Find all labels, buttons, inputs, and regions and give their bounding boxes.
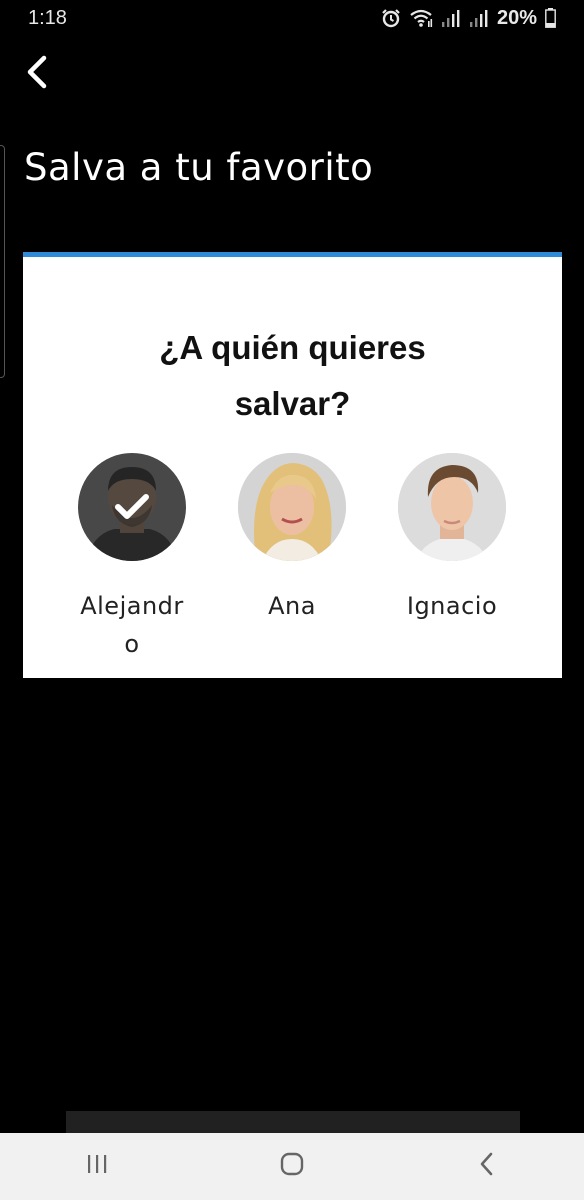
- candidate-option-ana[interactable]: Ana: [222, 453, 362, 663]
- chevron-left-icon: [23, 54, 49, 95]
- status-time: 1:18: [28, 6, 67, 29]
- candidate-list: Alejandro Ana Ignacio: [23, 453, 562, 663]
- page-title: Salva a tu favorito: [24, 146, 374, 189]
- home-icon: [279, 1151, 305, 1182]
- avatar: [238, 453, 346, 561]
- candidate-option-ignacio[interactable]: Ignacio: [382, 453, 522, 663]
- candidate-name: Ignacio: [406, 592, 498, 620]
- poll-question: ¿A quién quieres salvar?: [23, 320, 562, 432]
- recent-apps-button[interactable]: [57, 1137, 137, 1197]
- back-button[interactable]: [14, 50, 58, 98]
- edge-panel-handle[interactable]: [0, 145, 5, 378]
- poll-question-line-2: salvar?: [234, 385, 351, 422]
- selected-overlay: [78, 453, 186, 561]
- system-nav-bar: [0, 1133, 584, 1200]
- signal-icon: [441, 9, 461, 27]
- signal-icon: [469, 9, 489, 27]
- recent-apps-icon: [85, 1153, 109, 1180]
- home-button[interactable]: [252, 1137, 332, 1197]
- bottom-banner-strip: [66, 1111, 520, 1133]
- status-icons: 20%: [381, 7, 556, 30]
- checkmark-icon: [114, 492, 150, 522]
- wifi-icon: [409, 8, 433, 28]
- avatar: [398, 453, 506, 561]
- status-bar: 1:18 20%: [0, 0, 584, 36]
- screen: 1:18 20% Salva a tu favorito ¿A quién qu…: [0, 0, 584, 1200]
- alarm-icon: [381, 8, 401, 28]
- back-icon: [477, 1151, 497, 1182]
- poll-card: ¿A quién quieres salvar? Alejandro Ana I…: [23, 252, 562, 678]
- candidate-option-alejandro[interactable]: Alejandro: [62, 453, 202, 663]
- nav-back-button[interactable]: [447, 1137, 527, 1197]
- poll-question-line-1: ¿A quién quieres: [159, 329, 426, 366]
- battery-percentage: 20%: [496, 6, 537, 29]
- avatar: [78, 453, 186, 561]
- candidate-name: Ana: [268, 592, 316, 620]
- battery-icon: [545, 8, 556, 28]
- candidate-name: Alejandro: [80, 592, 184, 658]
